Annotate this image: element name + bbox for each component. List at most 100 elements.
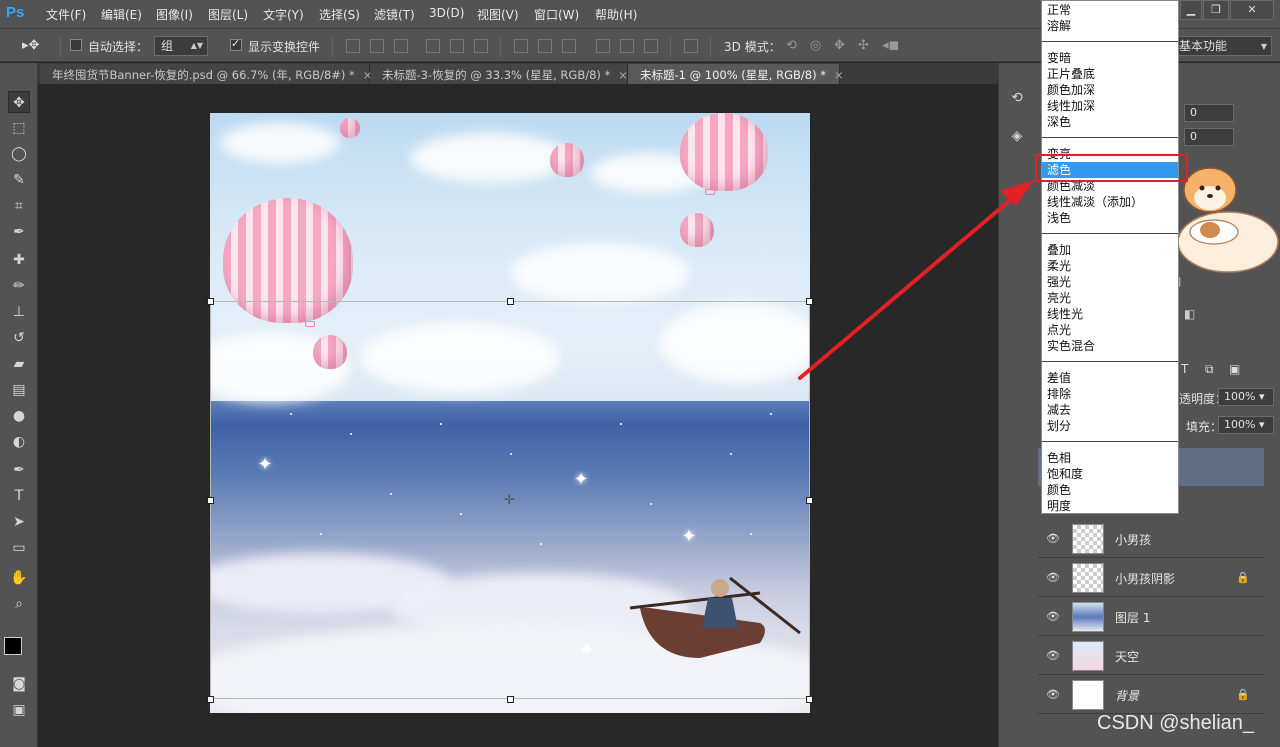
blend-mode-option[interactable]: 颜色	[1042, 482, 1178, 498]
properties-field[interactable]: 0	[1184, 104, 1234, 122]
tab-doc-1[interactable]: 年终囤货节Banner-恢复的.psd @ 66.7% (年, RGB/8#) …	[40, 64, 372, 84]
show-transform-checkbox[interactable]	[230, 37, 242, 51]
type-tool-icon[interactable]: T	[8, 485, 30, 507]
blend-mode-option[interactable]: 线性减淡（添加）	[1042, 194, 1178, 210]
dodge-tool-icon[interactable]: ◐	[8, 431, 30, 453]
eye-icon[interactable]: 👁	[1046, 688, 1060, 702]
brush-tool-icon[interactable]: ✏	[8, 275, 30, 297]
blend-mode-option[interactable]: 亮光	[1042, 290, 1178, 306]
layer-row[interactable]: 👁 小男孩阴影 🔒	[1038, 559, 1264, 597]
3d-panel-icon[interactable]: ◈	[1006, 125, 1028, 147]
auto-select-checkbox[interactable]	[70, 39, 82, 51]
menu-file[interactable]: 文件(F)	[46, 6, 86, 23]
blend-mode-option[interactable]: 溶解	[1042, 18, 1178, 34]
tab-doc-2[interactable]: 未标题-3-恢复的 @ 33.3% (星星, RGB/8) * ×	[370, 64, 628, 84]
blend-mode-option[interactable]: 饱和度	[1042, 466, 1178, 482]
properties-field[interactable]: 0	[1184, 128, 1234, 146]
restore-icon[interactable]: ❐	[1203, 0, 1229, 20]
transform-handle-bl[interactable]	[207, 696, 214, 703]
gradient-swatch-icon[interactable]: ◧	[1184, 307, 1195, 321]
align-top-icon[interactable]	[346, 39, 360, 53]
3d-scale-icon[interactable]: ◂◼	[882, 38, 899, 53]
transform-handle-r[interactable]	[806, 497, 813, 504]
rectangle-tool-icon[interactable]: ▭	[8, 537, 30, 559]
3d-rotate-icon[interactable]: ⟲	[786, 38, 797, 53]
blend-mode-option[interactable]: 划分	[1042, 418, 1178, 434]
eye-icon[interactable]: 👁	[1046, 532, 1060, 546]
transform-pivot-icon[interactable]: ✛	[504, 494, 517, 507]
transform-handle-br[interactable]	[806, 696, 813, 703]
transform-handle-t[interactable]	[507, 298, 514, 305]
align-hcenter-icon[interactable]	[450, 39, 464, 53]
blend-mode-option[interactable]: 颜色加深	[1042, 82, 1178, 98]
blend-mode-option[interactable]: 线性光	[1042, 306, 1178, 322]
smartobject-filter-icon[interactable]: ▣	[1229, 362, 1240, 376]
align-bottom-icon[interactable]	[394, 39, 408, 53]
menu-help[interactable]: 帮助(H)	[595, 6, 637, 23]
type-filter-icon[interactable]: T	[1181, 362, 1188, 376]
blend-mode-option[interactable]: 差值	[1042, 370, 1178, 386]
eyedropper-tool-icon[interactable]: ✒	[8, 221, 30, 243]
layer-row[interactable]: 👁 天空	[1038, 637, 1264, 675]
menu-type[interactable]: 文字(Y)	[263, 6, 304, 23]
quick-select-tool-icon[interactable]: ✎	[8, 169, 30, 191]
close-tab-icon[interactable]: ×	[618, 68, 628, 82]
blend-mode-option[interactable]: 明度	[1042, 498, 1178, 514]
blend-mode-option[interactable]: 排除	[1042, 386, 1178, 402]
transform-handle-l[interactable]	[207, 497, 214, 504]
3d-pan-icon[interactable]: ✥	[834, 38, 845, 53]
distribute-top-icon[interactable]	[514, 39, 528, 53]
eraser-tool-icon[interactable]: ▰	[8, 353, 30, 375]
auto-align-icon[interactable]	[684, 39, 698, 53]
layer-row[interactable]: 👁 背景 🔒	[1038, 676, 1264, 714]
minimize-icon[interactable]: ▁	[1180, 0, 1202, 20]
eye-icon[interactable]: 👁	[1046, 649, 1060, 663]
distribute-left-icon[interactable]	[596, 39, 610, 53]
menu-image[interactable]: 图像(I)	[156, 6, 193, 23]
eye-icon[interactable]: 👁	[1046, 571, 1060, 585]
menu-layer[interactable]: 图层(L)	[208, 6, 248, 23]
blend-mode-option[interactable]: 变暗	[1042, 50, 1178, 66]
workspace-dropdown[interactable]: 基本功能 ▼	[1172, 36, 1272, 56]
align-vcenter-icon[interactable]	[370, 39, 384, 53]
blend-mode-option[interactable]: 强光	[1042, 274, 1178, 290]
blend-mode-option[interactable]: 柔光	[1042, 258, 1178, 274]
3d-slide-icon[interactable]: ✣	[858, 38, 869, 53]
menu-window[interactable]: 窗口(W)	[534, 6, 579, 23]
blend-mode-option[interactable]: 点光	[1042, 322, 1178, 338]
transform-handle-tr[interactable]	[806, 298, 813, 305]
menu-filter[interactable]: 滤镜(T)	[374, 6, 415, 23]
distribute-bottom-icon[interactable]	[562, 39, 576, 53]
menu-3d[interactable]: 3D(D)	[429, 6, 464, 20]
transform-handle-tl[interactable]	[207, 298, 214, 305]
zoom-tool-icon[interactable]: ⌕	[8, 593, 30, 615]
shape-filter-icon[interactable]: ⧉	[1205, 362, 1214, 377]
path-select-tool-icon[interactable]: ➤	[8, 511, 30, 533]
blur-tool-icon[interactable]: ●	[8, 405, 30, 427]
align-left-icon[interactable]	[426, 39, 440, 53]
gradient-tool-icon[interactable]: ▤	[8, 379, 30, 401]
blend-mode-option[interactable]: 实色混合	[1042, 338, 1178, 354]
close-icon[interactable]: ✕	[1230, 0, 1274, 20]
blend-mode-option[interactable]: 叠加	[1042, 242, 1178, 258]
distribute-hcenter-icon[interactable]	[620, 39, 634, 53]
healing-brush-tool-icon[interactable]: ✚	[8, 249, 30, 271]
clone-stamp-tool-icon[interactable]: ⊥	[8, 301, 30, 323]
distribute-vcenter-icon[interactable]	[538, 39, 552, 53]
blend-mode-option[interactable]: 深色	[1042, 114, 1178, 130]
quick-mask-icon[interactable]: ◙	[8, 673, 30, 695]
blend-mode-option[interactable]: 浅色	[1042, 210, 1178, 226]
auto-select-dropdown[interactable]: 组 ▲▼	[154, 36, 208, 56]
foreground-color-swatch[interactable]	[4, 637, 22, 655]
blend-mode-option[interactable]: 线性加深	[1042, 98, 1178, 114]
blend-mode-option[interactable]: 正常	[1042, 2, 1178, 18]
blend-mode-option[interactable]: 减去	[1042, 402, 1178, 418]
crop-tool-icon[interactable]: ⌗	[8, 195, 30, 217]
menu-edit[interactable]: 编辑(E)	[101, 6, 142, 23]
move-tool-icon[interactable]: ✥	[8, 91, 30, 113]
hand-tool-icon[interactable]: ✋	[8, 567, 30, 589]
align-right-icon[interactable]	[474, 39, 488, 53]
blend-mode-dropdown-list[interactable]: 正常 溶解 变暗 正片叠底 颜色加深 线性加深 深色 变亮 滤色 颜色减淡 线性…	[1041, 0, 1179, 514]
history-brush-tool-icon[interactable]: ↺	[8, 327, 30, 349]
blend-mode-option[interactable]: 色相	[1042, 450, 1178, 466]
